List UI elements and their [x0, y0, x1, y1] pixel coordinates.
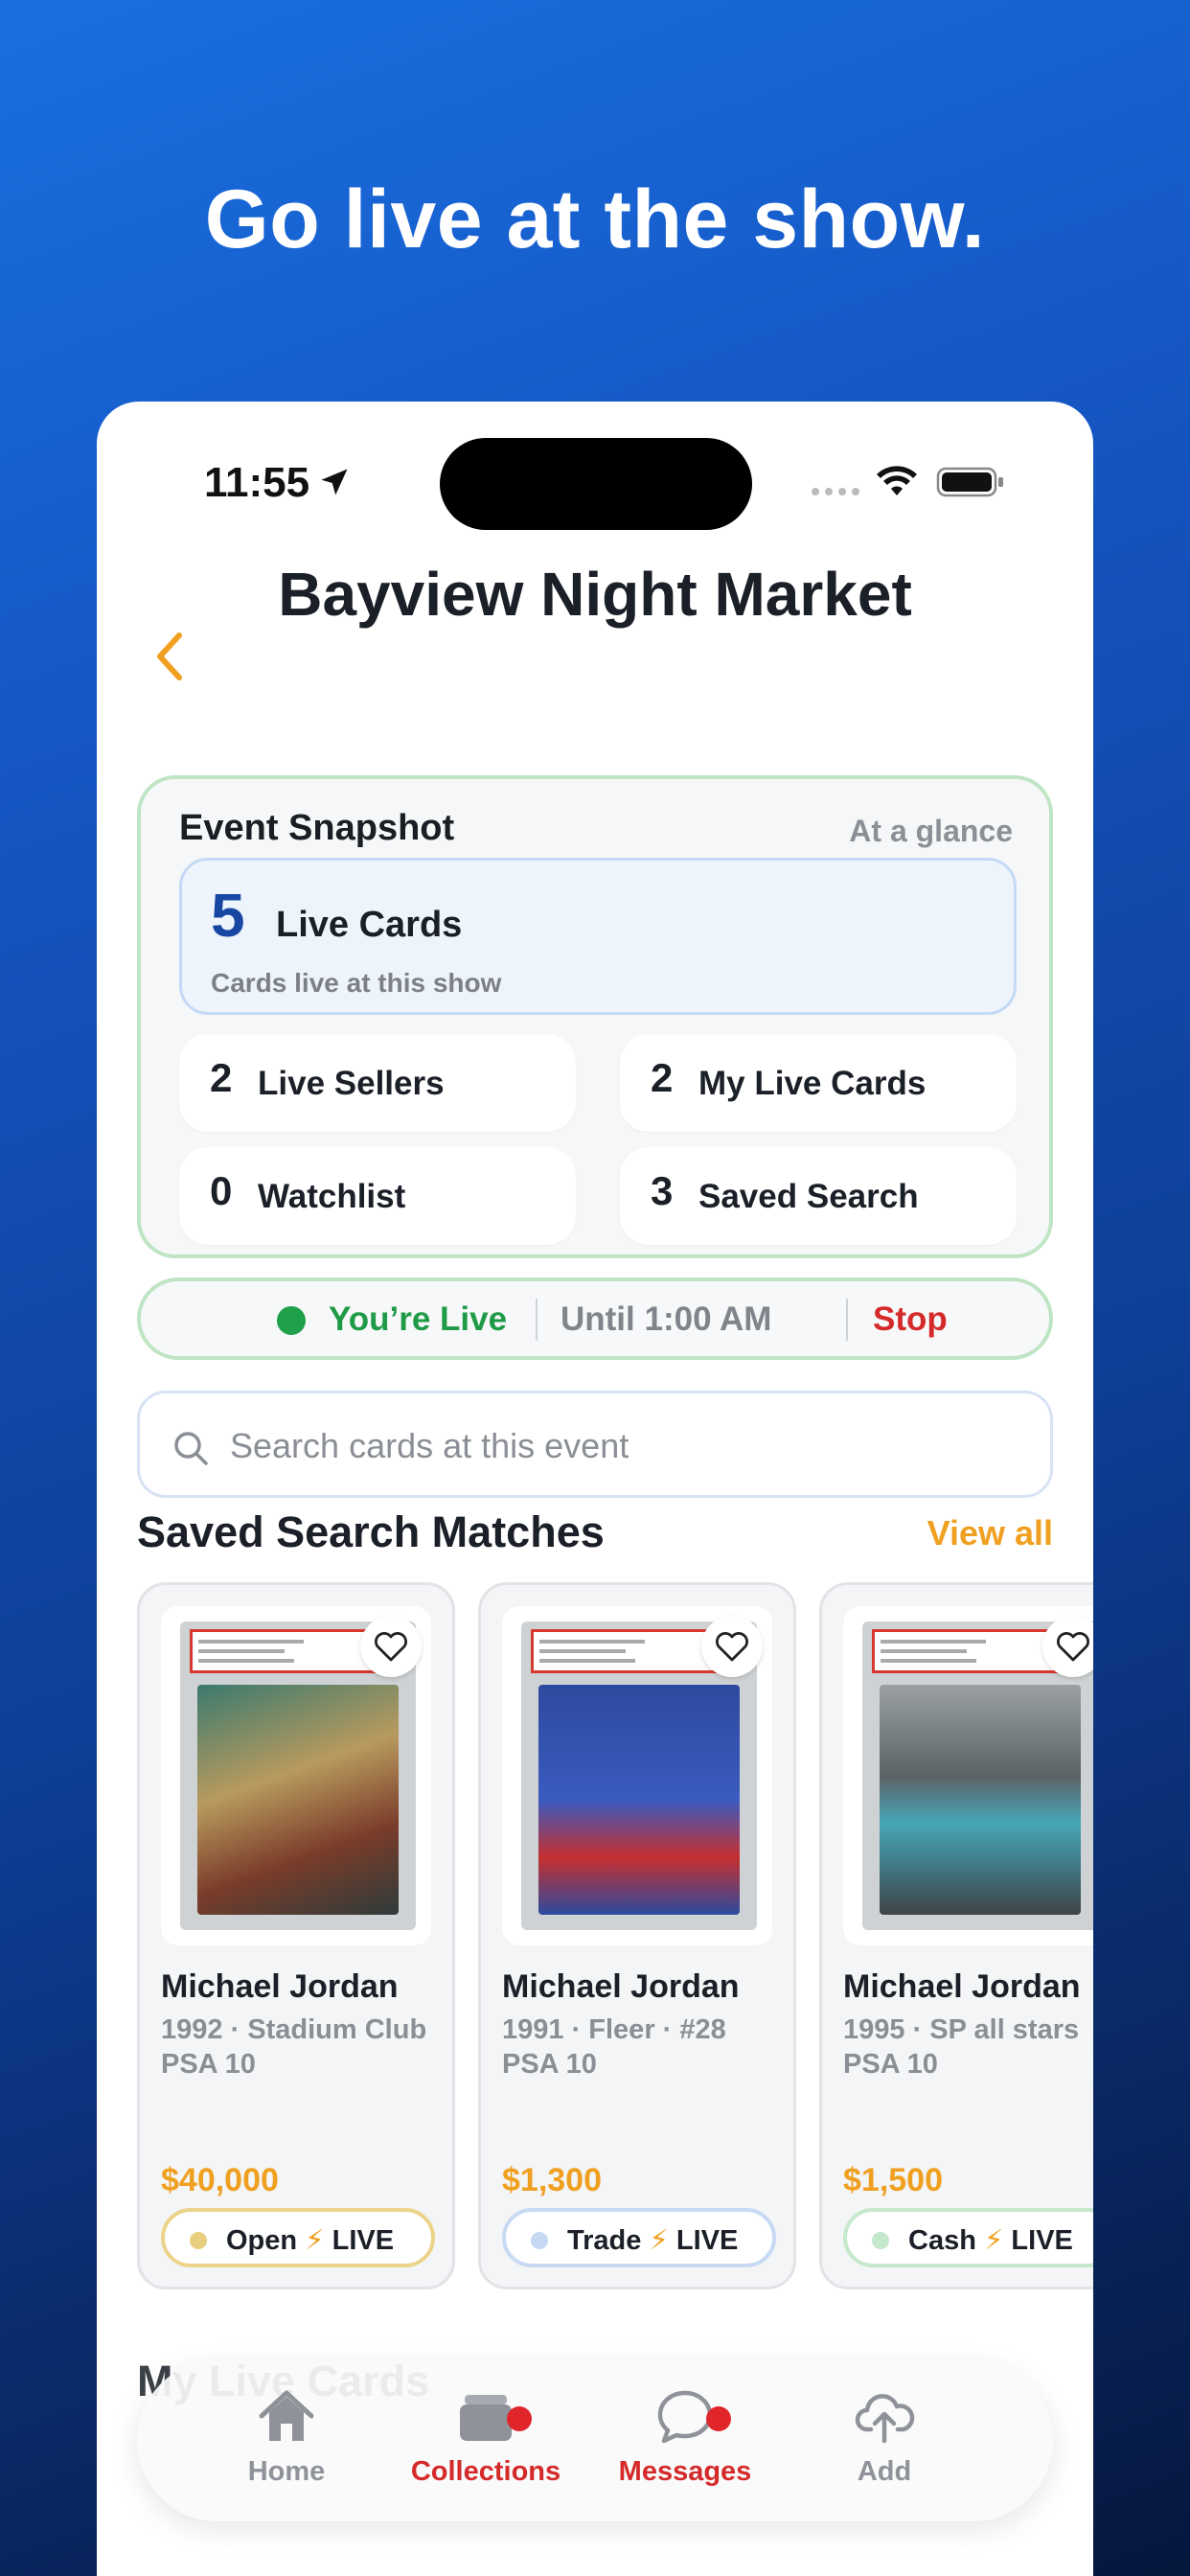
live-sellers-stat[interactable]: 2 Live Sellers: [179, 1034, 576, 1132]
live-until-time: Until 1:00 AM: [561, 1300, 772, 1338]
card-grade: PSA 10: [161, 2049, 256, 2080]
notification-badge: [706, 2406, 731, 2431]
live-indicator-dot: [277, 1306, 306, 1335]
card-image: [843, 1606, 1093, 1945]
home-icon: [259, 2390, 314, 2441]
live-status-label: You’re Live: [329, 1300, 508, 1338]
card-meta: 1991 · Fleer · #28: [502, 2014, 726, 2045]
live-cards-label: Live Cards: [276, 905, 463, 945]
card-item[interactable]: Michael Jordan 1992 · Stadium Club PSA 1…: [137, 1582, 455, 2289]
chip-label: Open: [226, 2225, 298, 2256]
event-snapshot-panel: Event Snapshot At a glance 5 Live Cards …: [137, 775, 1053, 1258]
stat-label: Watchlist: [258, 1178, 406, 1215]
bolt-icon: ⚡: [649, 2225, 669, 2256]
snapshot-title: Event Snapshot: [179, 808, 455, 848]
tab-messages[interactable]: Messages: [589, 2387, 781, 2488]
favorite-heart-button[interactable]: [701, 1616, 763, 1677]
chip-live: LIVE: [1011, 2225, 1073, 2256]
stat-count: 0: [210, 1168, 233, 1213]
card-price: $40,000: [161, 2162, 279, 2198]
card-player-name: Michael Jordan: [161, 1968, 399, 2005]
tab-label: Collections: [410, 2456, 561, 2487]
snapshot-subtitle: At a glance: [849, 814, 1013, 848]
stat-label: Live Sellers: [258, 1065, 445, 1102]
live-cards-stat[interactable]: 5 Live Cards Cards live at this show: [179, 858, 1017, 1015]
back-chevron-icon[interactable]: [150, 630, 189, 683]
tab-add[interactable]: Add: [789, 2387, 980, 2488]
stat-count: 2: [210, 1055, 233, 1100]
heart-icon: [375, 1632, 407, 1662]
card-price: $1,500: [843, 2162, 943, 2198]
divider: [536, 1299, 538, 1341]
page-title: Bayview Night Market: [278, 560, 912, 629]
location-arrow-icon: [321, 469, 348, 495]
saved-matches-carousel[interactable]: Michael Jordan 1992 · Stadium Club PSA 1…: [137, 1582, 1093, 2291]
card-grade: PSA 10: [502, 2049, 597, 2080]
view-all-link[interactable]: View all: [927, 1513, 1053, 1553]
live-cards-description: Cards live at this show: [211, 968, 502, 998]
stat-label: My Live Cards: [698, 1065, 927, 1102]
stop-live-button[interactable]: Stop: [873, 1300, 948, 1339]
card-meta: 1995 · SP all stars: [843, 2014, 1080, 2045]
heart-icon: [1057, 1632, 1089, 1662]
bolt-icon: ⚡: [305, 2225, 325, 2256]
card-player-name: Michael Jordan: [502, 1968, 740, 2005]
chip-label: Trade: [567, 2225, 642, 2256]
card-grade: PSA 10: [843, 2049, 938, 2080]
card-price: $1,300: [502, 2162, 602, 2198]
search-input[interactable]: Search cards at this event: [137, 1391, 1053, 1498]
chip-label: Cash: [908, 2225, 976, 2256]
notification-badge: [507, 2406, 532, 2431]
card-image: [161, 1606, 431, 1945]
my-live-cards-stat[interactable]: 2 My Live Cards: [620, 1034, 1017, 1132]
tab-home[interactable]: Home: [191, 2387, 382, 2488]
card-item[interactable]: Michael Jordan 1991 · Fleer · #28 PSA 10…: [478, 1582, 796, 2289]
tab-collections[interactable]: Collections: [390, 2387, 582, 2488]
section-title: Saved Search Matches: [137, 1507, 605, 1556]
watchlist-stat[interactable]: 0 Watchlist: [179, 1147, 576, 1245]
tab-label: Messages: [618, 2456, 752, 2487]
card-meta: 1992 · Stadium Club: [161, 2014, 427, 2045]
divider: [846, 1299, 848, 1341]
card-status-chip: Cash ⚡ LIVE: [843, 2208, 1093, 2267]
tab-label: Add: [857, 2456, 912, 2487]
battery-icon: [936, 467, 1003, 497]
bolt-icon: ⚡: [983, 2225, 1004, 2256]
cloud-upload-icon: [855, 2394, 915, 2444]
live-status-bar: You’re Live Until 1:00 AM Stop: [137, 1277, 1053, 1360]
search-placeholder: Search cards at this event: [230, 1426, 629, 1465]
card-player-name: Michael Jordan: [843, 1968, 1081, 2005]
stat-count: 2: [651, 1055, 674, 1100]
wifi-icon: [877, 466, 917, 495]
headline: Go live at the show.: [204, 173, 986, 265]
stat-count: 3: [651, 1168, 674, 1213]
live-cards-count: 5: [211, 881, 245, 950]
phone-screen: 11:55 Bayview Night Market Event Snapsho…: [97, 402, 1093, 2576]
saved-search-stat[interactable]: 3 Saved Search: [620, 1147, 1017, 1245]
card-status-chip: Open ⚡ LIVE: [161, 2208, 435, 2267]
search-icon: [174, 1432, 208, 1465]
chip-live: LIVE: [332, 2225, 395, 2256]
card-image: [502, 1606, 772, 1945]
dynamic-island: [440, 438, 752, 530]
chip-live: LIVE: [675, 2225, 739, 2256]
status-time: 11:55: [204, 459, 310, 506]
favorite-heart-button[interactable]: [360, 1616, 422, 1677]
stat-label: Saved Search: [698, 1178, 919, 1215]
bottom-tab-bar: Home Collections Messages Add: [137, 2360, 1053, 2521]
signal-dots-icon: [812, 488, 859, 495]
heart-icon: [716, 1632, 748, 1662]
card-status-chip: Trade ⚡ LIVE: [502, 2208, 776, 2267]
card-item[interactable]: Michael Jordan 1995 · SP all stars PSA 1…: [819, 1582, 1093, 2289]
tab-label: Home: [247, 2456, 326, 2487]
